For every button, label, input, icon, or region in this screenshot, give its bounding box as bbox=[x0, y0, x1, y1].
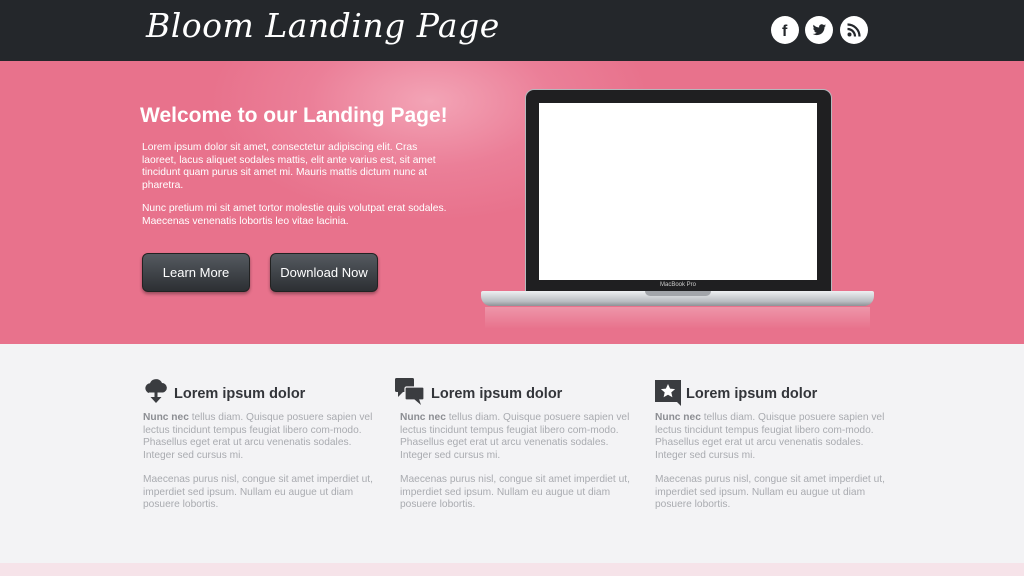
footer-strip bbox=[0, 563, 1024, 576]
facebook-icon[interactable]: f bbox=[771, 16, 799, 44]
feature-paragraph: Nunc nec tellus diam. Quisque posuere sa… bbox=[655, 412, 885, 461]
hero-title: Welcome to our Landing Page! bbox=[140, 104, 448, 127]
top-bar: Bloom Landing Page f bbox=[0, 0, 1024, 61]
feature-paragraph: Nunc nec tellus diam. Quisque posuere sa… bbox=[400, 412, 630, 461]
laptop-notch bbox=[645, 291, 711, 296]
download-now-button[interactable]: Download Now bbox=[270, 253, 378, 292]
feature-paragraph: Maecenas purus nisl, congue sit amet imp… bbox=[400, 474, 630, 510]
chat-bubbles-icon bbox=[395, 378, 425, 405]
learn-more-button[interactable]: Learn More bbox=[142, 253, 250, 292]
hero-paragraph: Lorem ipsum dolor sit amet, consectetur … bbox=[142, 142, 436, 191]
svg-text:f: f bbox=[782, 23, 788, 39]
laptop-brand-label: MacBook Pro bbox=[659, 282, 696, 288]
site-logo[interactable]: Bloom Landing Page bbox=[146, 6, 500, 45]
feature-paragraph: Nunc nec tellus diam. Quisque posuere sa… bbox=[143, 412, 373, 461]
laptop-reflection bbox=[485, 307, 870, 329]
hero-section: Welcome to our Landing Page! Lorem ipsum… bbox=[0, 61, 1024, 344]
hero-paragraph: Nunc pretium mi sit amet tortor molestie… bbox=[142, 203, 447, 227]
feature-title: Lorem ipsum dolor bbox=[174, 386, 306, 402]
feature-paragraph: Maecenas purus nisl, congue sit amet imp… bbox=[655, 474, 885, 510]
feature-paragraph: Maecenas purus nisl, congue sit amet imp… bbox=[143, 474, 373, 510]
feature-title: Lorem ipsum dolor bbox=[686, 386, 818, 402]
cloud-download-icon bbox=[145, 379, 167, 403]
laptop-screen bbox=[539, 103, 817, 280]
feature-title: Lorem ipsum dolor bbox=[431, 386, 563, 402]
rss-icon[interactable] bbox=[840, 16, 868, 44]
twitter-icon[interactable] bbox=[805, 16, 833, 44]
star-badge-icon bbox=[655, 380, 681, 406]
